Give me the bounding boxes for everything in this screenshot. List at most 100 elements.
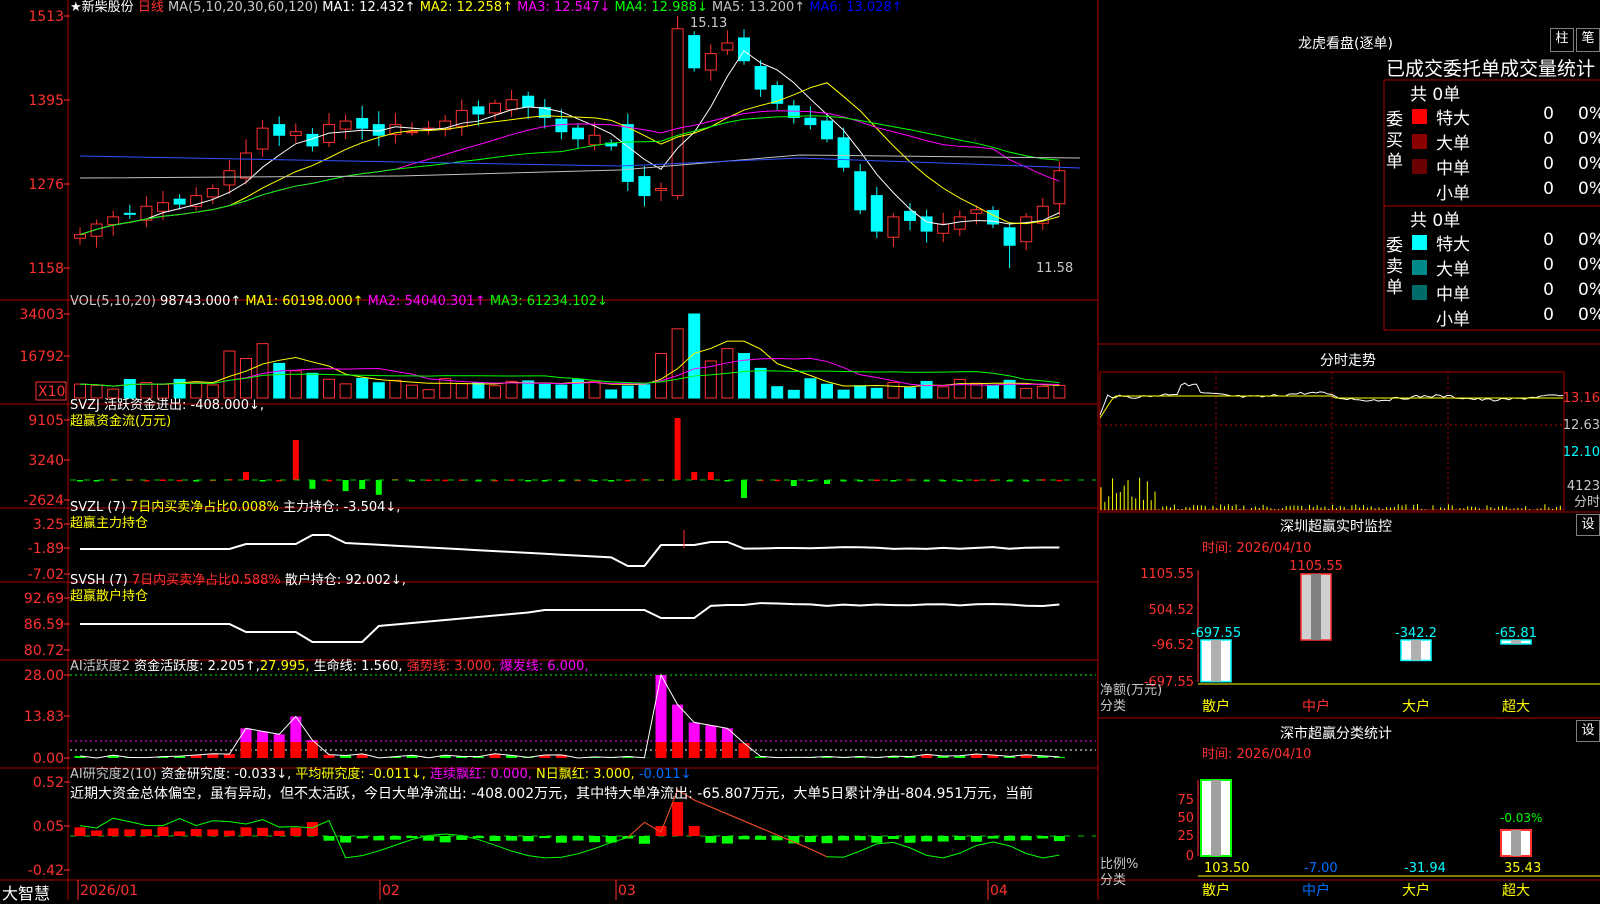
ai-research-bar [290,828,301,836]
ai-active-bar [672,742,683,758]
volume-bar [772,387,783,398]
vol-unit-x10: X10 [38,384,65,400]
ai-research-bar [1004,836,1015,841]
vol-ma-value-1: MA1: 60198.000↑ [245,294,367,309]
volume-bar [1021,388,1032,398]
sz-stats-xlabel: 分类 [1100,873,1126,888]
sell-total: 共 0单 [1410,206,1460,231]
ai-research-bar [689,826,700,836]
volume-bar [141,382,152,398]
ai-research-bar [589,836,600,842]
svzj-header: SVZJ 活跃资金进出: -408.000↓, 超赢资金流(万元) [70,398,264,430]
ma-value-6: MA6: 13.028↑ [809,0,902,15]
sell-label-4: 小单 [1436,305,1470,330]
svzl-line [80,535,1059,566]
sz-monitor-tick-1: 1105.55 [1140,567,1194,582]
ai-research-tick-2: 0.05 [33,819,64,835]
svzj-bar [608,480,614,482]
sz-stats-ylabel: 比例% [1100,857,1138,872]
volume-bar [307,373,318,398]
sz-stats-time: 时间: 2026/04/10 [1202,743,1311,762]
candle-body [672,29,683,196]
buy-pct-1: 0% [1578,104,1600,124]
ai-active-bar-top [656,675,667,742]
volume-bar [158,384,169,398]
bar-mode-button[interactable]: 柱 [1550,28,1574,52]
ai-research-bar [108,828,119,836]
sz-monitor-settings-button[interactable]: 设 [1576,514,1600,536]
volume-bar [340,384,351,398]
sz-stats-tick-1: 75 [1177,793,1194,808]
sz-monitor-bar-shade-3 [1411,640,1421,660]
svzj-line1: SVZJ 活跃资金进出: -408.000↓, [70,398,264,414]
sell-pct-3: 0% [1578,280,1600,300]
candle-body [506,100,517,110]
favorite-star-icon[interactable]: ★ [70,0,82,15]
sell-qty-3: 0 [1514,280,1554,300]
volume-bar [324,379,335,398]
sell-qty-2: 0 [1514,255,1554,275]
ai-research-header: AI研究度2(10) 资金研究度: -0.033↓, 平均研究度: -0.011… [70,767,692,783]
ai-research-bar [871,836,882,843]
ai-active-part3: 生命线: 1.560, [314,659,403,674]
ai-active-bar-top [274,734,285,742]
dragon-panel-title: 龙虎看盘(逐单) [1298,33,1393,53]
ai-research-bar [191,829,202,836]
volume-bar [656,354,667,398]
volume-bar [390,380,401,398]
volume-bar [905,388,916,398]
vol-value: 98743.000↑ [160,294,241,309]
volume-bar [639,385,650,398]
volume-bar [539,384,550,398]
svzl-part2: 主力持仓: -3.504↓, [283,500,400,515]
svsh-params: SVSH (7) [70,573,128,588]
svzl-tick-3: -7.02 [28,567,64,583]
ai-research-bar [573,836,584,841]
kline-chart-area[interactable]: 15131395127611583400316792X1091053240-26… [0,0,1600,900]
ai-active-line [80,675,1059,758]
candle-body [573,128,584,139]
ai-research-bar [1037,836,1048,839]
candle-body [689,36,700,68]
sz-stats-value-3: -31.94 [1404,861,1446,876]
volume-bar [506,381,517,398]
ma-line-6 [80,156,1080,168]
buy-swatch-4 [1412,184,1427,199]
candle-body [1021,217,1032,242]
volume-bar [224,351,235,398]
stock-name[interactable]: 新柴股份 [82,0,134,15]
svsh-tick-1: 92.69 [24,591,64,607]
ai-research-bar [440,836,451,842]
svzj-bar [973,480,979,482]
ai-research-bar [390,836,401,840]
ai-active-bar [656,742,667,758]
ai-research-bar [357,836,368,838]
ma-value-3: MA3: 12.547↓ [517,0,614,15]
buy-label-3: 中单 [1436,154,1470,179]
sz-stats-settings-button[interactable]: 设 [1576,720,1600,742]
candle-body [274,125,285,136]
buy-side-label: 委买单 [1386,110,1402,173]
ai-research-bar [324,836,335,841]
ai-active-bar-top [722,728,733,742]
buy-pct-4: 0% [1578,179,1600,199]
sz-monitor-tick-3: -96.52 [1152,638,1194,653]
buy-swatch-2 [1412,134,1427,149]
sz-stats-cat-1: 散户 [1202,882,1230,899]
pen-mode-button[interactable]: 笔 [1576,28,1600,52]
buy-swatch-3 [1412,159,1427,174]
ai-active-tick-2: 13.83 [24,709,64,725]
ai-research-bar [805,836,816,842]
vol-header: VOL(5,10,20) 98743.000↑ MA1: 60198.000↑ … [70,294,608,310]
sz-monitor-cat-1: 散户 [1202,698,1230,715]
svzj-bar [359,480,365,489]
svzj-bar [691,472,697,480]
svsh-line2: 超赢散户持仓 [70,589,406,605]
ai-research-bar [539,836,550,838]
volume-bar [423,390,434,398]
sz-stats-cat-4: 超大 [1502,883,1530,899]
period-label[interactable]: 日线 [138,0,164,15]
ai-active-part2: 27.995, [260,659,310,674]
sell-label-3: 中单 [1436,280,1470,305]
svzj-bar [160,480,166,482]
